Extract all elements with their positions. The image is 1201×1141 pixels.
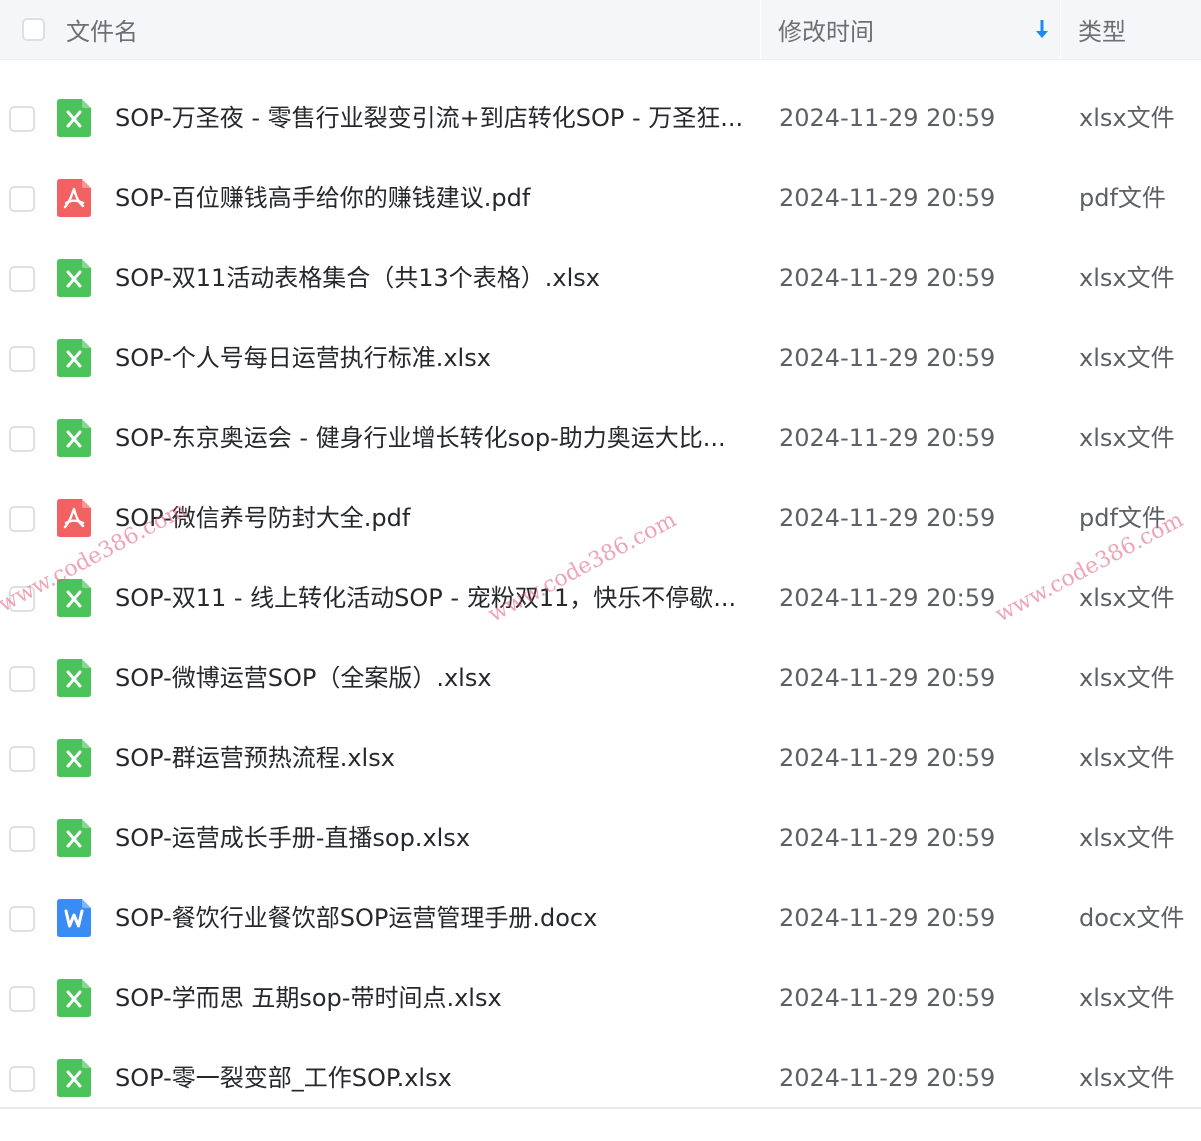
table-bottom-divider [0,1107,1201,1109]
file-row[interactable]: SOP-运营成长手册-直播sop.xlsx 2024-11-29 20:59 xls… [0,798,1201,878]
file-modified-time: 2024-11-29 20:59 [779,984,996,1012]
xlsx-file-icon [57,99,91,137]
file-row[interactable]: SOP-百位赚钱高手给你的赚钱建议.pdf 2024-11-29 20:59 pdf… [0,158,1201,238]
column-header-time[interactable]: 修改时间 [762,0,1061,59]
row-checkbox[interactable] [9,106,35,132]
file-modified-time: 2024-11-29 20:59 [779,904,996,932]
file-type: xlsx文件 [1079,344,1175,372]
file-row[interactable]: SOP-东京奥运会 - 健身行业增长转化sop-助力奥运大比... 2024-11… [0,398,1201,478]
file-name[interactable]: SOP-群运营预热流程.xlsx [115,718,747,798]
file-name[interactable]: SOP-运营成长手册-直播sop.xlsx [115,798,747,878]
file-type: xlsx文件 [1079,824,1175,852]
xlsx-file-icon [57,819,91,857]
file-row[interactable]: SOP-餐饮行业餐饮部SOP运营管理手册.docx 2024-11-29 20:5… [0,878,1201,958]
file-type: pdf文件 [1079,184,1166,212]
file-row[interactable]: SOP-个人号每日运营执行标准.xlsx 2024-11-29 20:59 xlsx… [0,318,1201,398]
row-checkbox[interactable] [9,586,35,612]
row-checkbox[interactable] [9,426,35,452]
file-row[interactable]: SOP-微博运营SOP（全案版）.xlsx 2024-11-29 20:59 xls… [0,638,1201,718]
file-modified-time: 2024-11-29 20:59 [779,424,996,452]
file-type: xlsx文件 [1079,664,1175,692]
file-modified-time: 2024-11-29 20:59 [779,1064,996,1092]
file-name[interactable]: SOP-双11活动表格集合（共13个表格）.xlsx [115,238,747,318]
row-checkbox[interactable] [9,746,35,772]
file-type: docx文件 [1079,904,1185,932]
file-modified-time: 2024-11-29 20:59 [779,584,996,612]
file-type: xlsx文件 [1079,984,1175,1012]
row-checkbox[interactable] [9,506,35,532]
file-name[interactable]: SOP-餐饮行业餐饮部SOP运营管理手册.docx [115,878,747,958]
xlsx-file-icon [57,659,91,697]
row-checkbox[interactable] [9,826,35,852]
xlsx-file-icon [57,259,91,297]
row-checkbox[interactable] [9,266,35,292]
file-name[interactable]: SOP-学而思 五期sop-带时间点.xlsx [115,958,747,1038]
file-type: pdf文件 [1079,504,1166,532]
file-modified-time: 2024-11-29 20:59 [779,344,996,372]
file-row[interactable]: SOP-双11活动表格集合（共13个表格）.xlsx 2024-11-29 20:… [0,238,1201,318]
file-type: xlsx文件 [1079,1064,1175,1092]
file-type: xlsx文件 [1079,104,1175,132]
xlsx-file-icon [57,339,91,377]
xlsx-file-icon [57,979,91,1017]
file-row[interactable]: SOP-零一裂变部_工作SOP.xlsx 2024-11-29 20:59 xlsx… [0,1038,1201,1118]
file-name[interactable]: SOP-个人号每日运营执行标准.xlsx [115,318,747,398]
file-type: xlsx文件 [1079,584,1175,612]
file-modified-time: 2024-11-29 20:59 [779,104,996,132]
file-modified-time: 2024-11-29 20:59 [779,184,996,212]
file-row[interactable]: SOP-万圣夜 - 零售行业裂变引流+到店转化SOP - 万圣狂... 2024-… [0,78,1201,158]
file-name[interactable]: SOP-微博运营SOP（全案版）.xlsx [115,638,747,718]
select-all-cell [22,0,45,59]
row-checkbox[interactable] [9,346,35,372]
file-name[interactable]: SOP-万圣夜 - 零售行业裂变引流+到店转化SOP - 万圣狂... [115,78,747,158]
xlsx-file-icon [57,739,91,777]
docx-file-icon [57,899,91,937]
column-header-name-label: 文件名 [66,18,138,46]
file-modified-time: 2024-11-29 20:59 [779,744,996,772]
file-name[interactable]: SOP-东京奥运会 - 健身行业增长转化sop-助力奥运大比... [115,398,747,478]
row-checkbox[interactable] [9,906,35,932]
column-header-time-label: 修改时间 [778,18,874,46]
file-row[interactable]: SOP-微信养号防封大全.pdf 2024-11-29 20:59 pdf文件 [0,478,1201,558]
file-name[interactable]: SOP-百位赚钱高手给你的赚钱建议.pdf [115,158,747,238]
xlsx-file-icon [57,419,91,457]
file-type: xlsx文件 [1079,744,1175,772]
file-row[interactable]: SOP-群运营预热流程.xlsx 2024-11-29 20:59 xlsx文件 [0,718,1201,798]
file-modified-time: 2024-11-29 20:59 [779,664,996,692]
column-header-type[interactable]: 类型 [1062,0,1201,59]
file-type: xlsx文件 [1079,264,1175,292]
file-row[interactable]: SOP-学而思 五期sop-带时间点.xlsx 2024-11-29 20:59 x… [0,958,1201,1038]
xlsx-file-icon [57,579,91,617]
file-modified-time: 2024-11-29 20:59 [779,264,996,292]
row-checkbox[interactable] [9,666,35,692]
pdf-file-icon [57,499,91,537]
file-name[interactable]: SOP-微信养号防封大全.pdf [115,478,747,558]
file-modified-time: 2024-11-29 20:59 [779,504,996,532]
row-checkbox[interactable] [9,986,35,1012]
file-row[interactable]: SOP-双11 - 线上转化活动SOP - 宠粉双11，快乐不停歇... 2024… [0,558,1201,638]
pdf-file-icon [57,179,91,217]
xlsx-file-icon [57,1059,91,1097]
file-name[interactable]: SOP-零一裂变部_工作SOP.xlsx [115,1038,747,1118]
column-header-name[interactable]: 文件名 [66,0,761,59]
file-type: xlsx文件 [1079,424,1175,452]
row-checkbox[interactable] [9,1066,35,1092]
row-checkbox[interactable] [9,186,35,212]
file-name[interactable]: SOP-双11 - 线上转化活动SOP - 宠粉双11，快乐不停歇... [115,558,747,638]
table-header: 文件名 修改时间 类型 [0,0,1201,60]
arrow-down-icon[interactable] [1034,16,1050,42]
column-header-type-label: 类型 [1078,18,1126,46]
select-all-checkbox[interactable] [22,18,45,41]
file-modified-time: 2024-11-29 20:59 [779,824,996,852]
